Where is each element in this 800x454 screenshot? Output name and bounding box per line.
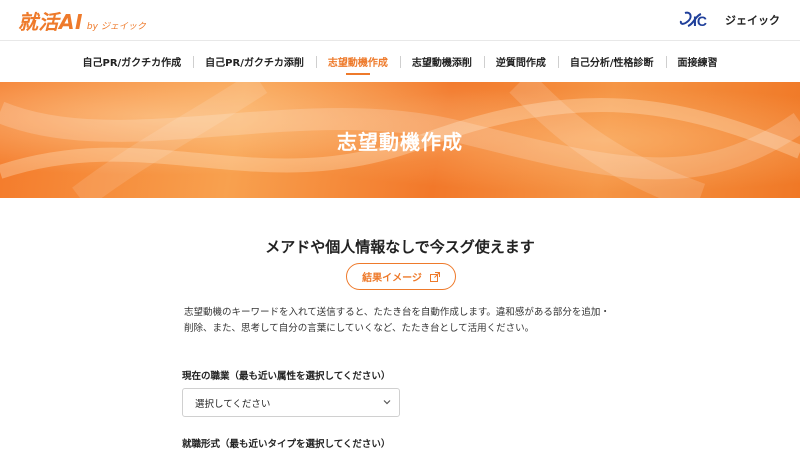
nav-item-pr-create[interactable]: 自己PR/ガクチカ作成 (70, 41, 193, 83)
nav-item-pr-review[interactable]: 自己PR/ガクチカ添削 (193, 41, 316, 83)
main-headline: メアドや個人情報なしで今スグ使えます (265, 238, 535, 256)
jaic-logo-icon: IC (679, 10, 719, 30)
result-image-label: 結果イメージ (362, 273, 422, 284)
result-image-button[interactable]: 結果イメージ (346, 263, 456, 290)
main-nav: 自己PR/ガクチカ作成 自己PR/ガクチカ添削 志望動機作成 志望動機添削 逆質… (0, 40, 800, 82)
nav-item-reverse-question[interactable]: 逆質問作成 (483, 41, 558, 83)
occupation-select-value: 選択してください (195, 398, 271, 410)
svg-text:IC: IC (693, 13, 707, 29)
brand-name: ジェイック (725, 14, 780, 27)
intro-description: 志望動機のキーワードを入れて送信すると、たたき台を自動作成します。違和感がある部… (184, 307, 610, 334)
external-link-icon (429, 271, 440, 282)
nav-item-motivation-create[interactable]: 志望動機作成 (315, 41, 400, 83)
occupation-select[interactable]: 選択してください (182, 388, 400, 417)
page-title: 志望動機作成 (337, 130, 463, 154)
nav-item-self-analysis[interactable]: 自己分析/性格診断 (557, 41, 666, 83)
site-header: 就活AI by ジェイック IC ジェイック (0, 0, 800, 40)
hero-banner: 志望動機作成 (0, 82, 800, 198)
nav-item-interview-practice[interactable]: 面接練習 (665, 41, 730, 83)
logo-main-text: 就活AI (18, 10, 83, 34)
brand-logo[interactable]: IC ジェイック (679, 10, 780, 30)
occupation-label: 現在の職業（最も近い属性を選択してください） (182, 371, 391, 382)
logo-sub-text: by ジェイック (86, 22, 146, 32)
employment-type-label: 就職形式（最も近いタイプを選択してください） (182, 439, 391, 450)
nav-item-motivation-review[interactable]: 志望動機添削 (399, 41, 484, 83)
chevron-down-icon (383, 400, 391, 405)
site-logo[interactable]: 就活AI by ジェイック (18, 6, 146, 35)
